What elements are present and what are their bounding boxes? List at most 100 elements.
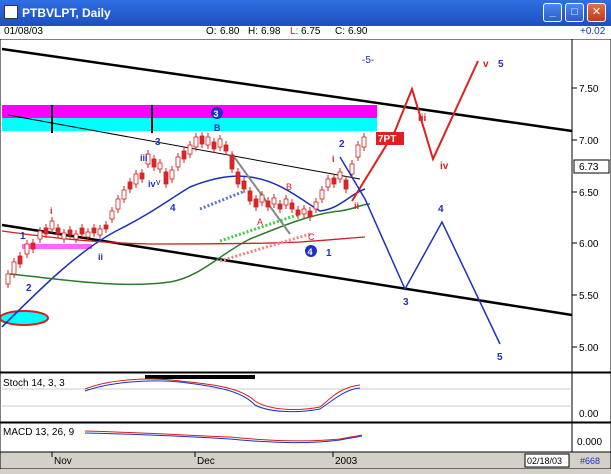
candle-body (331, 177, 337, 185)
price-tick-550: 5.50 (579, 291, 599, 302)
wave-iv-projection: iv (440, 161, 449, 172)
wave-b-label: B (286, 182, 292, 192)
wave-4-left: 4 (170, 203, 176, 214)
candle-body (61, 232, 67, 240)
candle-body (325, 178, 331, 188)
wave-c-label: C (308, 232, 315, 242)
wave-i-left: i (50, 206, 53, 216)
candle-body (151, 158, 157, 168)
close-button[interactable]: ✕ (587, 3, 606, 22)
stoch-label: Stoch 14, 3, 3 (3, 378, 65, 389)
candle-body (223, 144, 229, 152)
candle-body (313, 201, 319, 210)
wave-4-circle-label: 4 (308, 247, 313, 257)
wave-3-circle-label: 3 (214, 109, 219, 119)
candle-body (319, 189, 325, 200)
macd-scale-value: 0.000 (577, 437, 602, 448)
wave-2-left: 2 (26, 283, 32, 294)
maximize-button[interactable]: □ (565, 3, 584, 22)
candle-body (85, 231, 91, 238)
candle-body (91, 227, 97, 234)
quote-info-bar: 01/08/03 O: 6.80 H: 6.98 L: 6.75 C: 6.90… (0, 26, 611, 39)
candle-body (265, 200, 271, 208)
candle-body (205, 136, 211, 146)
chart-area[interactable]: -5- 3 B 3 v iii iv 4 i ii 1 2 2 i ii 4 1… (0, 38, 611, 470)
candle-body (259, 194, 265, 203)
minimize-button[interactable]: _ (543, 3, 562, 22)
window-title: PTBVLPT, Daily (22, 6, 111, 20)
low-label: L: (290, 26, 299, 37)
close-value: 6.90 (348, 26, 368, 37)
candle-body (295, 209, 301, 216)
title-bar: PTBVLPT, Daily _ □ ✕ (0, 0, 611, 26)
candle-body (175, 156, 181, 168)
candle-body (235, 171, 241, 185)
high-value: 6.98 (261, 26, 281, 37)
change-value: +0.02 (580, 26, 606, 37)
candle-body (199, 135, 205, 145)
candle-body (109, 210, 115, 220)
candle-body (247, 190, 253, 202)
candle-body (337, 171, 343, 180)
stoch-scale-value: 0.00 (579, 409, 599, 420)
candle-body (229, 154, 235, 170)
open-label: O: (206, 26, 217, 37)
candle-body (121, 189, 127, 200)
wave-3-projection: 3 (403, 297, 409, 308)
close-label: C: (335, 26, 345, 37)
date-label-nov: Nov (54, 456, 72, 467)
candle-body (115, 198, 121, 210)
candle-body (79, 227, 85, 235)
candle-body (301, 208, 307, 215)
candle-body (37, 230, 43, 240)
date-label-2003: 2003 (335, 456, 358, 467)
wave-5-bottom-projection: 5 (497, 352, 503, 363)
macd-label: MACD 13, 26, 9 (3, 427, 75, 438)
candle-body (253, 198, 259, 208)
candle-body (139, 172, 145, 180)
candle-body (5, 273, 11, 285)
wave-iii-left: iii (140, 153, 148, 163)
high-label: H: (248, 26, 258, 37)
candle-body (30, 242, 36, 250)
stoch-pane[interactable] (0, 372, 573, 423)
candle-body (103, 224, 109, 230)
wave-iv-left: iv (148, 179, 156, 189)
candle-body (127, 181, 133, 190)
wave-i-right: i (332, 154, 335, 164)
chart-id-tag: #668 (580, 456, 600, 466)
app-icon (4, 5, 18, 19)
candle-body (193, 136, 199, 148)
candle-body (283, 198, 289, 206)
quote-date: 01/08/03 (4, 26, 43, 37)
price-tick-500: 5.00 (579, 343, 599, 354)
candle-body (241, 180, 247, 190)
price-tick-750: 7.50 (579, 84, 599, 95)
wave-label-top: -5- (362, 55, 374, 66)
wave-3-b-label: B (214, 123, 221, 133)
wave-iii-projection: iii (418, 113, 427, 124)
candle-body (133, 173, 139, 185)
macd-pane[interactable] (0, 422, 573, 453)
wave-2-right: 2 (339, 139, 345, 150)
price-tick-600: 6.00 (579, 239, 599, 250)
wave-a-label: A (257, 217, 263, 227)
candle-body (211, 141, 217, 150)
pt-tag-label: 7PT (378, 134, 396, 145)
wave-v-left: v (156, 177, 161, 187)
candle-body (55, 227, 61, 235)
candle-body (343, 179, 349, 190)
candle-body (17, 255, 23, 265)
candle-body (289, 202, 295, 210)
candle-body (97, 228, 103, 236)
date-label-dec: Dec (197, 456, 215, 467)
candle-body (163, 171, 169, 185)
candle-body (73, 233, 79, 240)
wave-v-projection: v (483, 59, 489, 70)
resistance-band-magenta (2, 105, 377, 118)
price-tick-650: 6.50 (579, 188, 599, 199)
candle-body (67, 229, 73, 236)
current-price: 6.73 (579, 162, 599, 173)
candle-body (11, 261, 17, 275)
candle-body (271, 197, 277, 205)
